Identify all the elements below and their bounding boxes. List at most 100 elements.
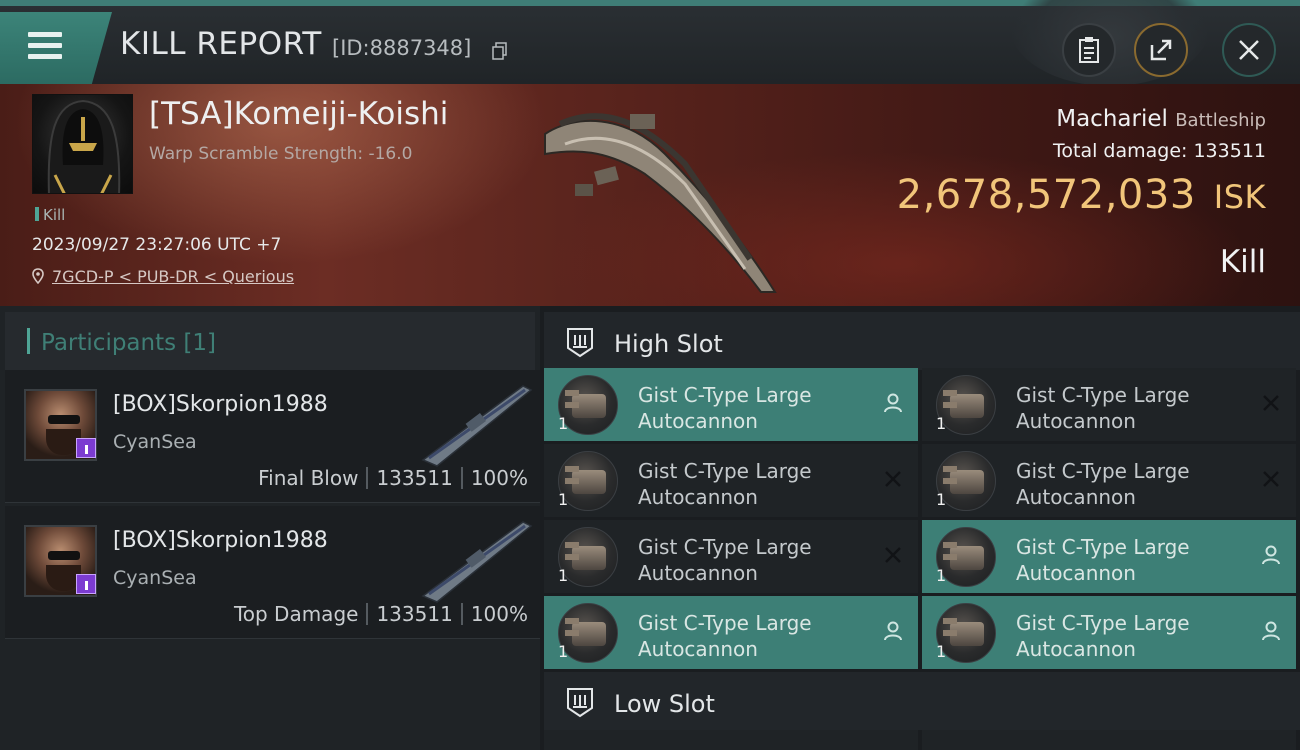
module-tile-partial[interactable] <box>922 730 1296 750</box>
participant-percent: 100% <box>470 602 528 626</box>
participant-name[interactable]: [BOX]Skorpion1988 <box>113 392 328 417</box>
low-slot-title: Low Slot <box>614 690 715 718</box>
menu-icon <box>28 32 62 37</box>
x-icon <box>882 468 904 490</box>
module-quantity: 1 <box>936 490 947 509</box>
participant-role: Final Blow <box>258 466 359 490</box>
person-icon <box>882 620 904 642</box>
person-icon <box>882 392 904 414</box>
module-quantity: 1 <box>558 566 569 585</box>
participant-ship-image <box>421 385 533 467</box>
module-name: Gist C-Type Large Autocannon <box>1016 459 1190 509</box>
page-title: KILL REPORT <box>120 26 322 62</box>
clipboard-button[interactable] <box>1062 23 1116 77</box>
participants-header: Participants [1] <box>5 312 535 370</box>
menu-icon <box>28 54 62 59</box>
person-icon <box>1260 544 1282 566</box>
module-tile[interactable]: 1 Gist C-Type Large Autocannon <box>922 444 1296 517</box>
menu-icon <box>28 43 62 48</box>
kill-tag-marker <box>35 207 39 221</box>
participant-corp: CyanSea <box>113 567 197 589</box>
victim-avatar[interactable] <box>32 94 133 194</box>
kill-banner: [TSA]Komeiji-Koishi Warp Scramble Streng… <box>0 84 1300 306</box>
participants-title: Participants [1] <box>41 330 216 356</box>
participant-stats: Top Damage 133511 100% <box>234 602 528 626</box>
module-name: Gist C-Type Large Autocannon <box>638 535 812 585</box>
participants-count: [1] <box>183 330 217 356</box>
divider <box>366 603 369 625</box>
module-name: Gist C-Type Large Autocannon <box>638 459 812 509</box>
victim-name[interactable]: [TSA]Komeiji-Koishi <box>149 96 448 132</box>
module-tile-partial[interactable] <box>544 730 918 750</box>
module-quantity: 1 <box>558 642 569 661</box>
clipboard-icon <box>1079 37 1099 63</box>
warp-scramble-strength: Warp Scramble Strength: -16.0 <box>149 144 413 164</box>
share-button[interactable] <box>1134 23 1188 77</box>
high-slot-header: High Slot <box>544 312 1300 370</box>
participant-damage: 133511 <box>376 602 453 626</box>
top-bar: KILL REPORT [ID:8887348] <box>0 0 1300 86</box>
rank-badge-icon <box>76 574 96 594</box>
location-link[interactable]: 7GCD-P < PUB-DR < Querious <box>32 267 294 286</box>
participants-label: Participants <box>41 330 177 356</box>
participants-panel: Participants [1] [BOX]Skorpion1988 CyanS… <box>0 306 540 750</box>
module-quantity: 1 <box>936 642 947 661</box>
slot-icon <box>567 688 593 718</box>
module-quantity: 1 <box>558 490 569 509</box>
participant-name[interactable]: [BOX]Skorpion1988 <box>113 528 328 553</box>
module-name: Gist C-Type Large Autocannon <box>1016 535 1190 585</box>
close-button[interactable] <box>1222 23 1276 77</box>
total-damage-value: 133511 <box>1193 140 1266 162</box>
isk-unit: ISK <box>1213 178 1266 216</box>
module-tile[interactable]: 1 Gist C-Type Large Autocannon <box>544 596 918 669</box>
result-label: Kill <box>1219 244 1266 280</box>
divider <box>366 467 369 489</box>
report-id: [ID:8887348] <box>332 36 472 60</box>
close-icon <box>1239 40 1259 60</box>
x-icon <box>1260 468 1282 490</box>
module-name: Gist C-Type Large Autocannon <box>1016 383 1190 433</box>
module-name: Gist C-Type Large Autocannon <box>1016 611 1190 661</box>
participant-damage: 133511 <box>376 466 453 490</box>
module-quantity: 1 <box>936 566 947 585</box>
victim-ship-name[interactable]: Machariel Battleship <box>1056 106 1266 132</box>
kill-timestamp: 2023/09/27 23:27:06 UTC +7 <box>32 235 282 255</box>
isk-amount: 2,678,572,033 <box>896 172 1196 218</box>
fitting-panel: High Slot 1 Gist C-Type Large Autocannon 1… <box>540 306 1300 750</box>
location-text: 7GCD-P < PUB-DR < Querious <box>52 267 295 286</box>
participant-role: Top Damage <box>233 602 359 626</box>
victim-ship-image <box>544 113 777 293</box>
high-slot-title: High Slot <box>614 330 723 358</box>
module-tile[interactable]: 1 Gist C-Type Large Autocannon <box>544 368 918 441</box>
total-damage-label: Total damage: <box>1053 140 1188 162</box>
module-tile[interactable]: 1 Gist C-Type Large Autocannon <box>922 368 1296 441</box>
participant-card[interactable]: [BOX]Skorpion1988 CyanSea Final Blow 1335… <box>5 370 540 503</box>
kill-tag: Kill <box>35 206 65 224</box>
copy-icon[interactable] <box>492 42 508 60</box>
participant-stats: Final Blow 133511 100% <box>258 466 528 490</box>
x-icon <box>882 544 904 566</box>
total-damage: Total damage: 133511 <box>1053 140 1266 162</box>
person-icon <box>1260 620 1282 642</box>
kill-tag-label: Kill <box>43 206 66 224</box>
slot-icon <box>567 328 593 358</box>
location-pin-icon <box>32 268 44 284</box>
participant-card[interactable]: [BOX]Skorpion1988 CyanSea Top Damage 1335… <box>5 506 540 639</box>
module-tile[interactable]: 1 Gist C-Type Large Autocannon <box>922 596 1296 669</box>
rank-badge-icon <box>76 438 96 458</box>
participant-percent: 100% <box>470 466 528 490</box>
menu-button[interactable] <box>0 12 112 84</box>
module-quantity: 1 <box>558 414 569 433</box>
module-tile[interactable]: 1 Gist C-Type Large Autocannon <box>544 444 918 517</box>
x-icon <box>1260 392 1282 414</box>
isk-value: 2,678,572,033 ISK <box>897 172 1266 218</box>
divider <box>460 603 463 625</box>
module-tile[interactable]: 1 Gist C-Type Large Autocannon <box>922 520 1296 593</box>
module-quantity: 1 <box>936 414 947 433</box>
module-tile[interactable]: 1 Gist C-Type Large Autocannon <box>544 520 918 593</box>
participant-corp: CyanSea <box>113 431 197 453</box>
low-slot-header: Low Slot <box>544 672 1300 730</box>
ship-name-text: Machariel <box>1056 106 1168 132</box>
share-icon <box>1150 39 1172 61</box>
module-name: Gist C-Type Large Autocannon <box>638 611 812 661</box>
